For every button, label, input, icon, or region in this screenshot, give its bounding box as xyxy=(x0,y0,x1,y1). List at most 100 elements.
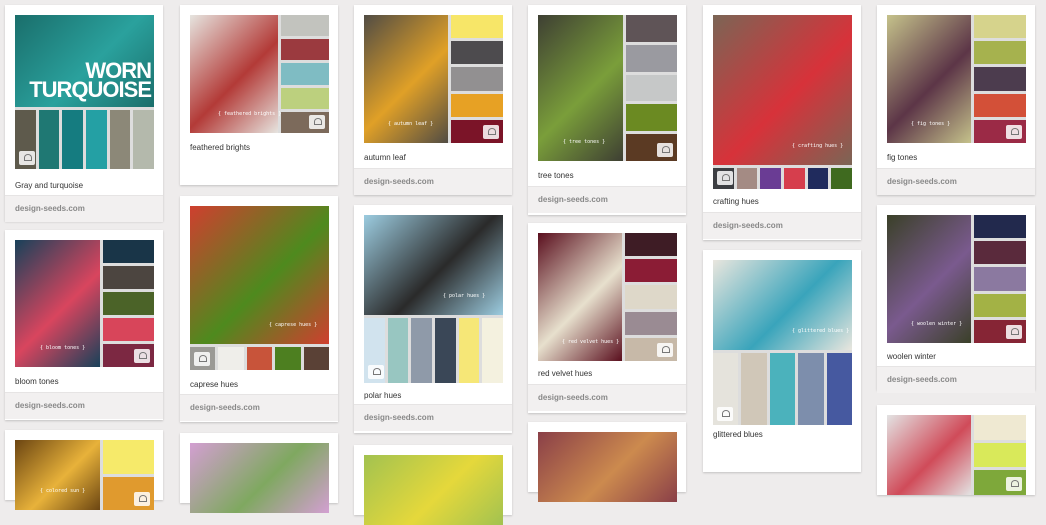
pin-source[interactable]: design-seeds.com xyxy=(528,186,686,213)
pin-photo: WORN TURQUOISE xyxy=(15,15,154,107)
photo-title: WORN TURQUOISE xyxy=(29,58,152,102)
color-swatch xyxy=(38,110,60,169)
pin-source-link[interactable]: design-seeds.com xyxy=(538,195,608,204)
pin-image[interactable] xyxy=(364,455,503,525)
pin-card-polar[interactable]: { polar hues } polar hues design-seeds.com xyxy=(354,205,512,433)
pin-source-link[interactable]: design-seeds.com xyxy=(364,413,434,422)
pin-source[interactable]: design-seeds.com xyxy=(703,212,861,239)
color-swatch xyxy=(625,311,677,335)
design-seeds-logo-icon xyxy=(134,349,150,363)
pin-caption: Gray and turquoise xyxy=(15,181,84,190)
pin-card-bloom[interactable]: { bloom tones } bloom tones design-seeds.c… xyxy=(5,230,163,420)
pin-source[interactable]: design-seeds.com xyxy=(5,392,163,419)
pin-image[interactable]: { feathered brights } xyxy=(190,15,329,133)
pin-card-pink-flower[interactable] xyxy=(180,433,338,513)
pin-card-chalks[interactable] xyxy=(528,422,686,502)
pin-card-festive[interactable] xyxy=(877,405,1035,495)
pin-image[interactable] xyxy=(190,443,329,513)
color-swatch xyxy=(974,67,1026,91)
pin-source[interactable]: design-seeds.com xyxy=(354,404,512,431)
pin-source[interactable]: design-seeds.com xyxy=(877,366,1035,393)
pin-source[interactable]: design-seeds.com xyxy=(5,195,163,222)
color-swatch xyxy=(974,93,1026,117)
color-swatch xyxy=(798,353,824,425)
pin-source-link[interactable]: design-seeds.com xyxy=(364,177,434,186)
pin-source[interactable]: design-seeds.com xyxy=(877,168,1035,195)
pin-image[interactable]: WORN TURQUOISE xyxy=(15,15,154,169)
pin-source-link[interactable]: design-seeds.com xyxy=(15,401,85,410)
pin-image[interactable]: { bloom tones } xyxy=(15,240,154,367)
color-swatch xyxy=(275,347,301,370)
pin-card-green-flower[interactable] xyxy=(354,445,512,525)
color-swatch xyxy=(62,110,83,169)
pin-image[interactable]: { glittered blues } xyxy=(713,260,852,425)
pin-source-link[interactable]: design-seeds.com xyxy=(887,177,957,186)
pin-card-fig[interactable]: { fig tones } fig tones design-seeds.com xyxy=(877,5,1035,195)
color-swatch xyxy=(411,318,432,383)
pin-caption: tree tones xyxy=(538,171,574,180)
pin-image[interactable]: { colored sun } xyxy=(15,440,154,510)
color-swatch xyxy=(784,168,805,189)
color-swatch xyxy=(482,318,503,383)
pin-card-autumn[interactable]: { autumn leaf } autumn leaf design-seeds.c… xyxy=(354,5,512,195)
color-swatch xyxy=(435,318,456,383)
photo-label: { caprese hues } xyxy=(269,322,318,328)
pin-photo xyxy=(713,260,852,350)
color-swatch xyxy=(974,267,1026,291)
pin-card-golden[interactable]: { colored sun } xyxy=(5,430,163,510)
pin-card-tree[interactable]: { tree tones } tree tones design-seeds.com xyxy=(528,5,686,215)
color-swatch xyxy=(103,318,154,341)
photo-label: { tree tones } xyxy=(563,139,606,145)
pin-image[interactable]: { red velvet hues } xyxy=(538,233,677,361)
pin-card-gray-turquoise[interactable]: WORN TURQUOISE Gray and turquoise design-s… xyxy=(5,5,163,222)
pin-card-feathered[interactable]: { feathered brights } feathered brights xyxy=(180,5,338,185)
pin-card-caprese[interactable]: { caprese hues } caprese hues design-seeds… xyxy=(180,196,338,422)
pin-image[interactable] xyxy=(538,432,677,502)
pin-photo xyxy=(364,455,503,525)
color-swatch xyxy=(974,41,1026,65)
color-swatch xyxy=(736,168,758,189)
pin-image[interactable]: { tree tones } xyxy=(538,15,677,161)
pin-photo xyxy=(15,440,100,510)
pin-caption: glittered blues xyxy=(713,430,763,439)
pin-caption: crafting hues xyxy=(713,197,759,206)
color-swatch xyxy=(974,442,1026,468)
pin-image[interactable]: { fig tones } xyxy=(887,15,1026,143)
color-swatch xyxy=(303,347,329,370)
pin-image[interactable]: { woolen winter } xyxy=(887,215,1026,343)
color-swatch xyxy=(281,63,329,85)
photo-label: { red velvet hues } xyxy=(562,339,620,345)
pin-image[interactable]: { autumn leaf } xyxy=(364,15,503,143)
pin-photo xyxy=(538,432,677,502)
color-swatch xyxy=(103,266,154,289)
pin-card-crafting[interactable]: { crafting hues } crafting hues design-see… xyxy=(703,5,861,240)
pin-image[interactable] xyxy=(887,415,1026,495)
pin-source[interactable]: design-seeds.com xyxy=(354,168,512,195)
pin-source-link[interactable]: design-seeds.com xyxy=(538,393,608,402)
pin-source-link[interactable]: design-seeds.com xyxy=(15,204,85,213)
pin-source[interactable]: design-seeds.com xyxy=(180,394,338,421)
pin-source-link[interactable]: design-seeds.com xyxy=(190,403,260,412)
pin-caption: fig tones xyxy=(887,153,918,162)
pin-card-red-velvet[interactable]: { red velvet hues } red velvet hues design… xyxy=(528,223,686,413)
pin-card-woolen[interactable]: { woolen winter } woolen winter design-see… xyxy=(877,205,1035,393)
pin-image[interactable]: { crafting hues } xyxy=(713,15,852,189)
pin-card-glittered[interactable]: { glittered blues } glittered blues xyxy=(703,250,861,472)
color-swatch xyxy=(451,41,503,65)
pin-source[interactable]: design-seeds.com xyxy=(528,384,686,411)
pin-image[interactable]: { polar hues } xyxy=(364,215,503,383)
color-swatch xyxy=(103,292,154,315)
photo-label: { colored sun } xyxy=(40,488,86,494)
color-swatch xyxy=(451,93,503,117)
color-swatch xyxy=(625,259,677,283)
color-swatch xyxy=(281,39,329,61)
pin-source-link[interactable]: design-seeds.com xyxy=(713,221,783,230)
photo-label: { crafting hues } xyxy=(792,143,844,149)
pin-source-link[interactable]: design-seeds.com xyxy=(887,375,957,384)
pin-image[interactable]: { caprese hues } xyxy=(190,206,329,370)
color-swatch xyxy=(451,15,503,39)
color-swatch xyxy=(741,353,767,425)
design-seeds-logo-icon xyxy=(483,125,499,139)
design-seeds-logo-icon xyxy=(19,151,35,165)
pin-caption: polar hues xyxy=(364,391,402,400)
